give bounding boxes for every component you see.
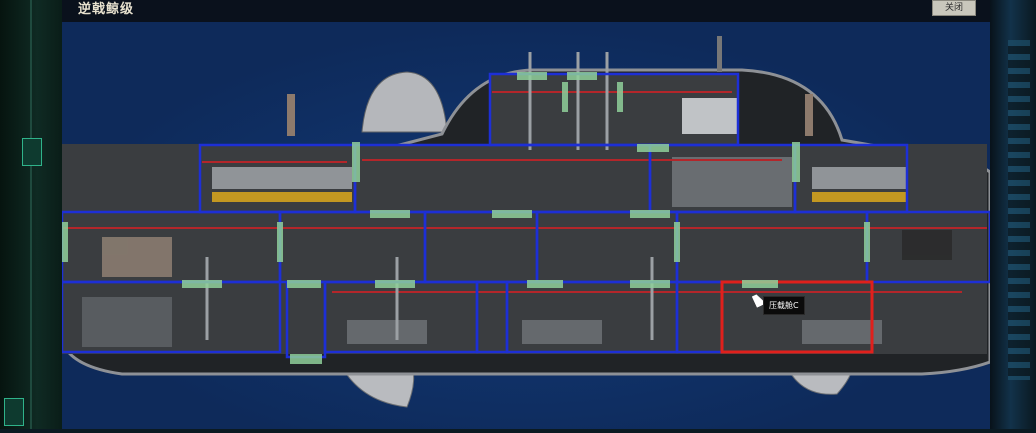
frame-glow <box>1008 40 1030 380</box>
antenna <box>717 36 722 72</box>
ship-view <box>60 22 992 429</box>
antenna <box>287 94 295 136</box>
frame-indicator <box>4 398 24 426</box>
right-frame <box>990 0 1036 429</box>
window-title: 逆戟鲸级 <box>78 2 135 17</box>
close-button[interactable]: 关闭 <box>932 0 976 16</box>
ship-info-window: 逆戟鲸级 关闭 压载舱C <box>60 0 992 429</box>
frame-line <box>30 0 32 429</box>
room-tooltip: 压载舱C <box>763 296 805 315</box>
sail <box>361 71 448 133</box>
title-bar: 逆戟鲸级 关闭 <box>62 0 990 22</box>
left-frame <box>0 0 62 429</box>
submarine-diagram <box>60 36 992 408</box>
frame-indicator <box>22 138 42 166</box>
antenna <box>805 94 813 136</box>
